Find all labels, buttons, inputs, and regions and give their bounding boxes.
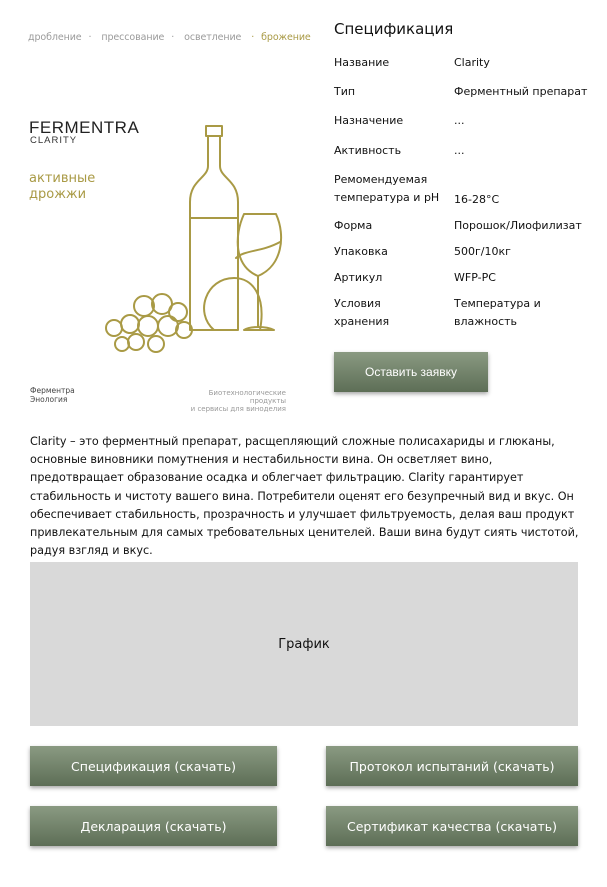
- spec-label: Название: [334, 56, 390, 69]
- spec-value: Порошок/Лиофилизат: [454, 219, 582, 232]
- spec-label: Активность: [334, 144, 402, 157]
- download-protocol-button[interactable]: Протокол испытаний (скачать): [326, 746, 578, 786]
- wine-bottle-icon: [189, 125, 239, 331]
- company-tagline: Биотехнологические продукты и сервисы дл…: [190, 389, 286, 413]
- brand-subtitle: CLARITY: [30, 135, 78, 146]
- process-step: дробление: [28, 32, 82, 43]
- download-certificate-button[interactable]: Сертификат качества (скачать): [326, 806, 578, 846]
- product-card: дробление · прессование · осветление · брож…: [24, 22, 311, 413]
- spec-label: Форма: [334, 219, 373, 232]
- process-step-active: брожение: [261, 32, 311, 43]
- spec-label: Назначение: [334, 114, 404, 127]
- process-steps: дробление · прессование · осветление · брож…: [28, 32, 311, 43]
- process-step: прессование: [101, 32, 165, 43]
- spec-value: Clarity: [454, 56, 490, 69]
- spec-value: Температура и влажность: [454, 297, 541, 328]
- process-step: осветление: [184, 32, 242, 43]
- wine-illustration: [105, 125, 283, 353]
- spec-value: ...: [454, 114, 465, 127]
- spec-value: Ферментный препарат: [454, 85, 588, 98]
- spec-label: Артикул: [334, 271, 383, 284]
- submit-request-button[interactable]: Оставить заявку: [334, 352, 488, 392]
- download-declaration-button[interactable]: Декларация (скачать): [30, 806, 277, 846]
- grapes-icon: [105, 293, 193, 353]
- download-spec-button[interactable]: Спецификация (скачать): [30, 746, 277, 786]
- product-description: Clarity – это ферментный препарат, расще…: [30, 435, 579, 558]
- spec-label: Тип: [334, 85, 356, 98]
- spec-value: ...: [454, 144, 465, 157]
- spec-label: Упаковка: [334, 245, 388, 258]
- spec-label: Ремомендуемая температура и pH: [334, 173, 440, 204]
- spec-label: Условия хранения: [334, 297, 390, 328]
- wine-glass-icon: [236, 213, 283, 331]
- graph-placeholder: График: [30, 562, 578, 726]
- spec-value: WFP-PC: [454, 271, 496, 284]
- graph-label: График: [278, 636, 330, 652]
- spec-title: Спецификация: [334, 20, 454, 38]
- spec-value: 16-28°C: [454, 193, 500, 206]
- spec-value: 500г/10кг: [454, 245, 511, 258]
- company-logo: Ферментра Энология: [30, 386, 75, 404]
